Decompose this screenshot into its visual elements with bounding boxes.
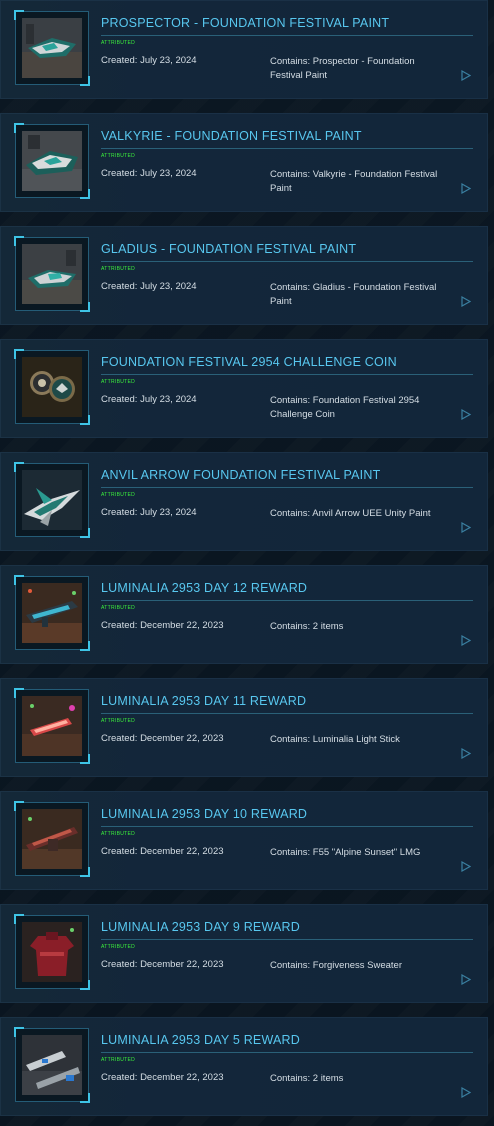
attributed-badge: ATTRIBUTED: [101, 944, 136, 950]
pledge-title[interactable]: FOUNDATION FESTIVAL 2954 CHALLENGE COIN: [101, 355, 473, 375]
pledge-thumbnail-frame: [14, 914, 90, 990]
contains-text: Contains: 2 items: [270, 1073, 344, 1084]
pledge-title[interactable]: LUMINALIA 2953 DAY 9 REWARD: [101, 920, 473, 940]
pledge-title[interactable]: LUMINALIA 2953 DAY 11 REWARD: [101, 694, 473, 714]
pledge-thumbnail-frame: [14, 123, 90, 199]
contains-text: Contains: Gladius - Foundation Festival …: [270, 282, 437, 307]
play-arrow-icon[interactable]: [461, 748, 471, 759]
contains-text: Contains: Luminalia Light Stick: [270, 734, 400, 745]
play-arrow-icon[interactable]: [461, 1087, 471, 1098]
light-stick-thumbnail: [22, 696, 82, 756]
pledge-item[interactable]: FOUNDATION FESTIVAL 2954 CHALLENGE COIN …: [0, 339, 488, 438]
play-arrow-icon[interactable]: [461, 861, 471, 872]
pledge-thumbnail-frame: [14, 462, 90, 538]
contains-text: Contains: Prospector - Foundation Festiv…: [270, 56, 415, 81]
created-date: Created: July 23, 2024: [101, 281, 197, 292]
play-arrow-icon[interactable]: [461, 635, 471, 646]
attributed-badge: ATTRIBUTED: [101, 266, 136, 272]
pledge-title[interactable]: GLADIUS - FOUNDATION FESTIVAL PAINT: [101, 242, 473, 262]
pledge-title[interactable]: LUMINALIA 2953 DAY 10 REWARD: [101, 807, 473, 827]
pledge-item[interactable]: ANVIL ARROW FOUNDATION FESTIVAL PAINT AT…: [0, 452, 488, 551]
pledge-title[interactable]: PROSPECTOR - FOUNDATION FESTIVAL PAINT: [101, 16, 473, 36]
sweater-thumbnail: [22, 922, 82, 982]
teal-ship-thumbnail: [22, 18, 82, 78]
play-arrow-icon[interactable]: [461, 70, 471, 81]
contains-text: Contains: 2 items: [270, 621, 344, 632]
pledge-title[interactable]: ANVIL ARROW FOUNDATION FESTIVAL PAINT: [101, 468, 473, 488]
attributed-badge: ATTRIBUTED: [101, 605, 136, 611]
pledge-thumbnail-frame: [14, 688, 90, 764]
play-arrow-icon[interactable]: [461, 522, 471, 533]
attributed-badge: ATTRIBUTED: [101, 153, 136, 159]
play-arrow-icon[interactable]: [461, 296, 471, 307]
attributed-badge: ATTRIBUTED: [101, 492, 136, 498]
teal-ship-thumbnail: [22, 131, 82, 191]
pledge-item[interactable]: LUMINALIA 2953 DAY 11 REWARD ATTRIBUTED …: [0, 678, 488, 777]
contains-text: Contains: Foundation Festival 2954 Chall…: [270, 395, 420, 420]
created-date: Created: July 23, 2024: [101, 55, 197, 66]
created-date: Created: July 23, 2024: [101, 507, 197, 518]
attributed-badge: ATTRIBUTED: [101, 379, 136, 385]
pledge-thumbnail-frame: [14, 575, 90, 651]
pledge-thumbnail-frame: [14, 1027, 90, 1103]
play-arrow-icon[interactable]: [461, 183, 471, 194]
created-date: Created: December 22, 2023: [101, 733, 224, 744]
pledge-item[interactable]: LUMINALIA 2953 DAY 5 REWARD ATTRIBUTED C…: [0, 1017, 488, 1116]
created-date: Created: December 22, 2023: [101, 620, 224, 631]
contains-text: Contains: Anvil Arrow UEE Unity Paint: [270, 508, 431, 519]
pledge-item[interactable]: PROSPECTOR - FOUNDATION FESTIVAL PAINT A…: [0, 0, 488, 99]
pledge-thumbnail-frame: [14, 801, 90, 877]
pledge-thumbnail-frame: [14, 349, 90, 425]
play-arrow-icon[interactable]: [461, 974, 471, 985]
created-date: Created: December 22, 2023: [101, 846, 224, 857]
attributed-badge: ATTRIBUTED: [101, 831, 136, 837]
created-date: Created: December 22, 2023: [101, 959, 224, 970]
pledge-item[interactable]: VALKYRIE - FOUNDATION FESTIVAL PAINT ATT…: [0, 113, 488, 212]
pledge-item[interactable]: LUMINALIA 2953 DAY 12 REWARD ATTRIBUTED …: [0, 565, 488, 664]
pledge-title[interactable]: VALKYRIE - FOUNDATION FESTIVAL PAINT: [101, 129, 473, 149]
created-date: Created: July 23, 2024: [101, 168, 197, 179]
attributed-badge: ATTRIBUTED: [101, 718, 136, 724]
pledge-thumbnail-frame: [14, 10, 90, 86]
pledge-title[interactable]: LUMINALIA 2953 DAY 5 REWARD: [101, 1033, 473, 1053]
pledge-item[interactable]: LUMINALIA 2953 DAY 9 REWARD ATTRIBUTED C…: [0, 904, 488, 1003]
weapons-thumbnail: [22, 1035, 82, 1095]
challenge-coin-thumbnail: [22, 357, 82, 417]
lmg-thumbnail: [22, 809, 82, 869]
pledge-item[interactable]: LUMINALIA 2953 DAY 10 REWARD ATTRIBUTED …: [0, 791, 488, 890]
contains-text: Contains: Forgiveness Sweater: [270, 960, 403, 971]
pledge-item[interactable]: GLADIUS - FOUNDATION FESTIVAL PAINT ATTR…: [0, 226, 488, 325]
weapon-thumbnail: [22, 583, 82, 643]
fighter-ship-thumbnail: [22, 470, 82, 530]
teal-ship-thumbnail: [22, 244, 82, 304]
contains-text: Contains: F55 "Alpine Sunset" LMG: [270, 847, 421, 858]
play-arrow-icon[interactable]: [461, 409, 471, 420]
pledge-title[interactable]: LUMINALIA 2953 DAY 12 REWARD: [101, 581, 473, 601]
attributed-badge: ATTRIBUTED: [101, 1057, 136, 1063]
contains-text: Contains: Valkyrie - Foundation Festival…: [270, 169, 438, 194]
pledge-thumbnail-frame: [14, 236, 90, 312]
created-date: Created: December 22, 2023: [101, 1072, 224, 1083]
attributed-badge: ATTRIBUTED: [101, 40, 136, 46]
created-date: Created: July 23, 2024: [101, 394, 197, 405]
